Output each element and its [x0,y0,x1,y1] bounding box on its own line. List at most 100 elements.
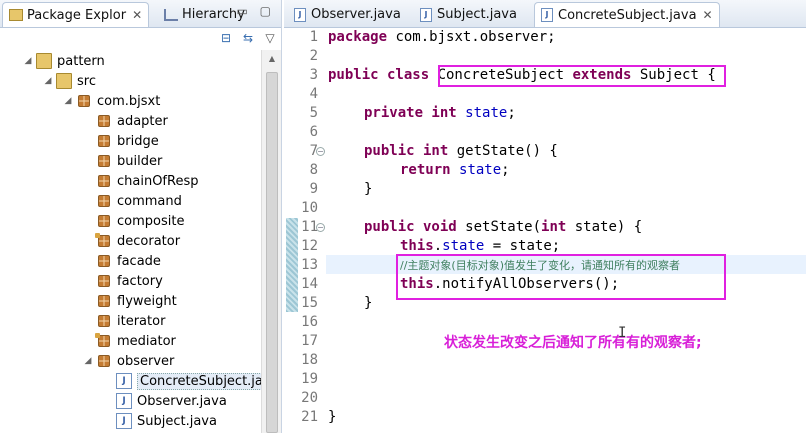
package-icon [98,355,110,367]
close-icon[interactable]: ✕ [132,8,142,22]
scroll-up-arrow-icon[interactable]: ▲ [262,50,282,68]
line-number: 14 [301,276,318,292]
line-number: 16 [301,314,318,330]
collapse-all-icon[interactable]: ⊟ [218,30,234,46]
tree-item[interactable]: ◢ pattern [22,51,105,71]
package-icon [98,275,110,287]
package-icon [98,115,110,127]
tree-item-label: adapter [117,113,168,129]
line-number: 1 [309,29,318,45]
tab-observer-java[interactable]: J Observer.java [288,2,407,27]
code-line-15: } [364,295,373,311]
java-file-icon: J [116,393,132,409]
tree-item-label: com.bjsxt [97,93,161,109]
package-icon [95,233,110,247]
line-number: 17 [301,333,318,349]
code-area[interactable]: package com.bjsxt.observer; public class… [326,28,806,433]
tree-item-label: builder [117,153,163,169]
line-number: 7 [309,143,318,159]
package-icon [98,215,110,227]
tree-scrollbar[interactable]: ▲ [261,50,281,433]
line-number: 9 [309,181,318,197]
expand-arrow-icon[interactable]: ◢ [62,96,74,106]
view-menu-icon[interactable]: ▽ [262,30,278,46]
package-icon [98,135,110,147]
tree-item-label: mediator [117,333,176,349]
minimize-maximize-icons[interactable]: ▭ ▢ [237,4,276,18]
tree-item[interactable]: facade [82,251,161,271]
tree-item-label: Observer.java [137,393,227,409]
notify-code-highlight-box [396,254,726,300]
tab-label: Observer.java [311,7,401,22]
class-declaration-highlight-box [438,65,726,87]
tree-item-label: Subject.java [137,413,217,429]
tab-package-explorer[interactable]: Package Explor ✕ [2,2,150,27]
line-number: 15 [301,295,318,311]
java-file-icon: J [116,373,132,389]
tab-label: ConcreteSubject.java [558,7,697,23]
package-explorer-panel: Package Explor ✕ Hierarchy ▭ ▢ ⊟ ⇆ ▽ ◢ pa… [0,0,282,433]
source-folder-icon [56,73,72,89]
tree-item[interactable]: ◢ observer [82,351,175,371]
close-icon[interactable]: ✕ [703,8,713,22]
tree-item[interactable]: decorator [82,231,180,251]
tree-item-label: facade [117,253,161,269]
text-cursor-icon: I [618,325,627,341]
tree-item-label: src [77,73,96,89]
tree-item-label: command [117,193,182,209]
package-icon [98,315,110,327]
tree-item[interactable]: J Subject.java [102,411,217,431]
tree-item-label: ConcreteSubject.java [137,372,262,390]
tree-item[interactable]: J ConcreteSubject.java [102,371,262,391]
tree-item[interactable]: factory [82,271,163,291]
tree-item-label: flyweight [117,293,177,309]
tree-item[interactable]: chainOfResp [82,171,199,191]
view-toolbar: ⊟ ⇆ ▽ [0,28,281,50]
fold-collapse-icon[interactable]: − [316,147,325,156]
tree-item-label: composite [117,213,185,229]
code-line-9: } [364,181,373,197]
code-line-7: public int getState() { [364,143,558,159]
line-number: 11 [301,219,318,235]
scrollbar-thumb[interactable] [266,72,278,433]
tree-item[interactable]: ◢ src [42,71,96,91]
tree-item-label: chainOfResp [117,173,199,189]
tree-item[interactable]: bridge [82,131,159,151]
link-with-editor-icon[interactable]: ⇆ [240,30,256,46]
tree-item-label: decorator [117,233,181,249]
tree-item-label: factory [117,273,163,289]
tree-item[interactable]: flyweight [82,291,177,311]
line-number: 2 [309,48,318,64]
hierarchy-icon [164,8,178,21]
package-icon [98,195,110,207]
tree-item[interactable]: iterator [82,311,165,331]
code-line-8: return state; [400,162,510,178]
tree-item-label: iterator [117,313,166,329]
expand-arrow-icon[interactable]: ◢ [42,76,54,86]
tree-item[interactable]: composite [82,211,184,231]
editor-tab-bar: J Observer.java J Subject.java J Concret… [284,0,806,28]
fold-collapse-icon[interactable]: − [316,223,325,232]
java-file-icon: J [420,7,432,22]
line-number: 21 [301,409,318,425]
tree-item[interactable]: mediator [82,331,176,351]
line-number: 18 [301,352,318,368]
expand-arrow-icon[interactable]: ◢ [22,56,34,66]
expand-arrow-icon[interactable]: ◢ [82,356,94,366]
tree-item[interactable]: builder [82,151,162,171]
line-number: 20 [301,390,318,406]
line-number: 10 [301,200,318,216]
tab-concretesubject-java[interactable]: J ConcreteSubject.java ✕ [534,2,720,27]
annotation-text: 状态发生改变之后通知了所有有的观察者; [444,335,702,351]
line-number: 13 [301,257,318,273]
java-editor: J Observer.java J Subject.java J Concret… [284,0,806,433]
java-file-icon: J [294,7,306,22]
tree-item[interactable]: J Observer.java [102,391,227,411]
tree-item[interactable]: adapter [82,111,168,131]
line-number: 5 [309,105,318,121]
tree-item[interactable]: command [82,191,182,211]
tab-subject-java[interactable]: J Subject.java [414,2,523,27]
tree-item[interactable]: ◢ com.bjsxt [62,91,161,111]
package-icon [78,95,90,107]
tab-label: Subject.java [437,7,517,22]
